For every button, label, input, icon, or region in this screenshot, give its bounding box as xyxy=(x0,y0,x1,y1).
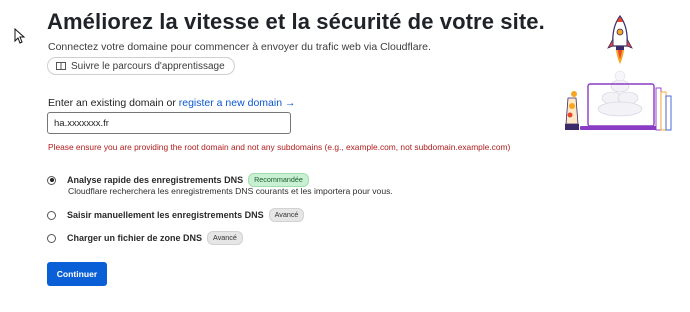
register-domain-link[interactable]: register a new domain → xyxy=(179,97,296,109)
rocket-icon xyxy=(607,14,633,64)
radio-quick-scan[interactable] xyxy=(47,175,56,185)
continue-button[interactable]: Continuer xyxy=(47,262,107,286)
advanced-badge: Avancé xyxy=(207,231,243,245)
smoke-cloud xyxy=(597,70,643,117)
option-zone-file[interactable]: Charger un fichier de zone DNS Avancé xyxy=(47,231,243,245)
option-label: Saisir manuellement les enregistrements … xyxy=(67,210,264,220)
advanced-badge: Avancé xyxy=(268,208,305,222)
option-label: Charger un fichier de zone DNS xyxy=(67,233,203,243)
books-icon xyxy=(655,87,672,131)
domain-label-text: Enter an existing domain or xyxy=(48,97,176,109)
option-manual-entry[interactable]: Saisir manuellement les enregistrements … xyxy=(47,208,305,222)
radio-manual-entry[interactable] xyxy=(47,210,56,220)
option-label: Analyse rapide des enregistrements DNS xyxy=(67,175,244,185)
mouse-pointer-icon xyxy=(14,28,26,44)
learning-path-button[interactable]: Suivre le parcours d'apprentissage xyxy=(47,57,235,75)
domain-error-message: Please ensure you are providing the root… xyxy=(48,142,511,152)
rocket-laptop-illustration xyxy=(565,14,672,131)
option-quick-scan[interactable]: Analyse rapide des enregistrements DNS R… xyxy=(47,173,309,187)
book-icon xyxy=(56,62,66,70)
domain-input[interactable] xyxy=(47,112,291,134)
page-subtitle: Connectez votre domaine pour commencer à… xyxy=(48,41,431,53)
radio-zone-file[interactable] xyxy=(47,233,56,243)
learning-path-label: Suivre le parcours d'apprentissage xyxy=(71,60,225,72)
add-site-page: Améliorez la vitesse et la sécurité de v… xyxy=(0,0,690,312)
lava-lamp-icon xyxy=(565,91,579,130)
recommended-badge: Recommandée xyxy=(248,173,309,187)
option-description: Cloudflare recherchera les enregistremen… xyxy=(68,186,393,196)
domain-field-label: Enter an existing domain or register a n… xyxy=(48,97,295,109)
page-title: Améliorez la vitesse et la sécurité de v… xyxy=(47,9,545,34)
